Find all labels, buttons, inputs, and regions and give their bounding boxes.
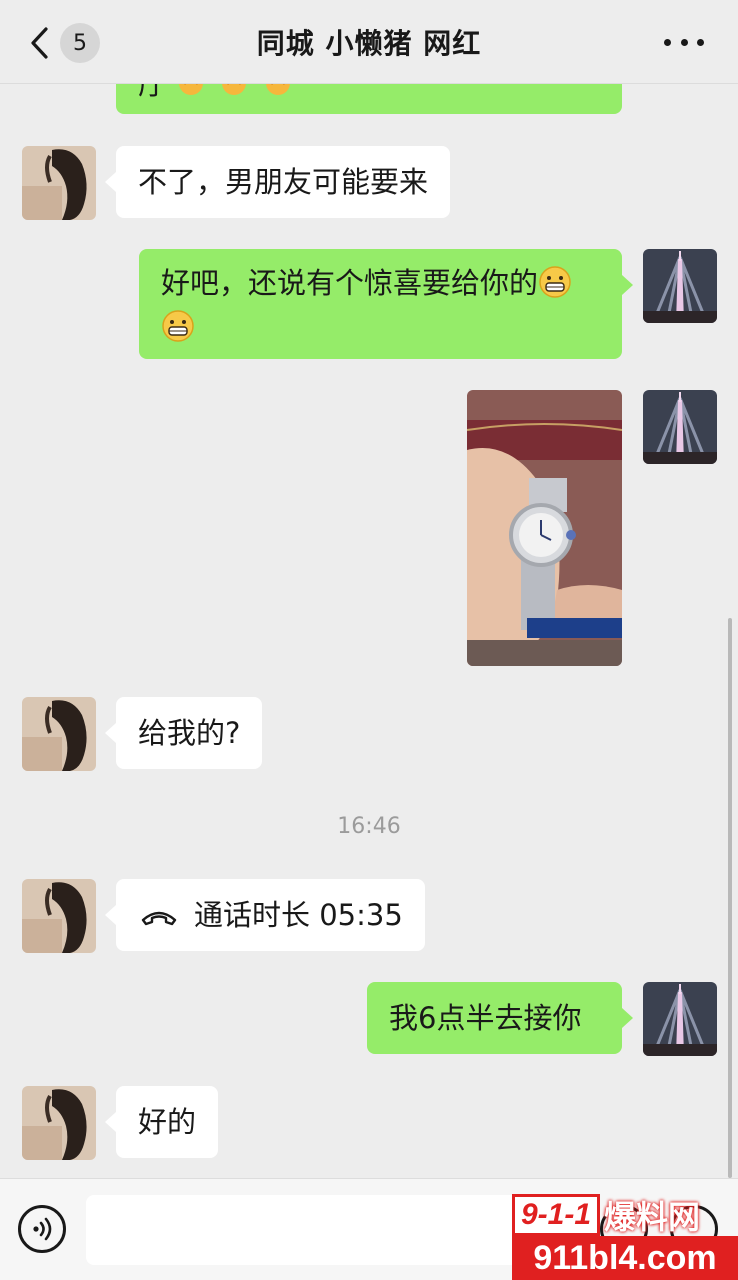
call-record-bubble[interactable]: 通话时长 05:35 [105,879,425,951]
dot-icon [664,38,671,46]
tower-night-avatar-icon [643,390,717,464]
woman-avatar-icon [22,697,96,771]
my-avatar[interactable] [643,249,717,323]
phone-handset-icon [141,911,177,926]
tower-night-avatar-icon [643,249,717,323]
watermark-number: 9-1-1 [512,1194,601,1236]
contact-avatar[interactable] [22,1086,96,1160]
watermark-text: 爆料网 [604,1198,701,1236]
contact-avatar[interactable] [22,879,96,953]
chat-header: 5 同城 小懒猪 网红 [0,0,738,84]
chat-title: 同城 小懒猪 网红 [256,27,482,60]
grin-emoji-icon [162,310,194,342]
dot-icon [680,38,688,46]
contact-avatar[interactable] [22,146,96,220]
watch-photo-image [467,390,622,666]
message-input[interactable] [86,1195,584,1265]
message-timestamp: 16:46 [337,814,401,839]
message-bubble-incoming[interactable]: 好的 [104,1086,219,1158]
message-bubble-incoming[interactable]: 给我的? [104,697,263,769]
woman-avatar-icon [22,879,96,953]
tower-night-avatar-icon [643,982,717,1056]
chat-scrollbar[interactable] [728,618,732,1178]
watermark-logo: 9-1-1 爆料网 911bl4.com [512,1192,738,1280]
voice-icon [33,1217,52,1241]
grin-emoji-icon [539,266,571,298]
my-avatar[interactable] [643,390,717,464]
message-bubble-outgoing[interactable]: 好吧，还说有个惊喜要给你的 [139,249,633,359]
message-bubble-incoming[interactable]: 不了，男朋友可能要来 [104,146,451,218]
my-avatar[interactable] [643,982,717,1056]
contact-avatar[interactable] [22,697,96,771]
woman-avatar-icon [22,146,96,220]
dot-icon [697,38,704,46]
more-options-button[interactable] [664,34,704,50]
message-bubble-outgoing[interactable]: 我6点半去接你 [367,982,633,1054]
voice-input-button[interactable] [18,1205,66,1253]
watch-photo-message[interactable] [467,390,622,666]
watermark-domain: 911bl4.com [512,1236,738,1280]
woman-avatar-icon [22,1086,96,1160]
